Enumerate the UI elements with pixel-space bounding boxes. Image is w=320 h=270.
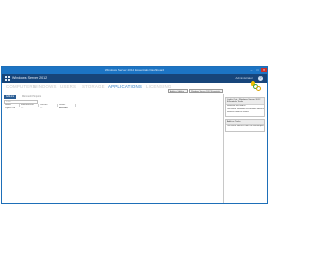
- maximize-button[interactable]: □: [255, 68, 260, 72]
- cell-version: —: [40, 107, 43, 109]
- windows-logo-icon: [5, 76, 10, 81]
- minimize-button[interactable]: –: [249, 68, 254, 72]
- title-bar[interactable]: Windows Server 2012 Essentials Dashboard…: [2, 67, 267, 74]
- dashboard-window: Windows Server 2012 Essentials Dashboard…: [1, 66, 268, 204]
- add-in-button[interactable]: Add-ins / Add-in: [168, 89, 188, 93]
- cell-status: Available: [59, 107, 68, 109]
- cell-name: Lights Out: [5, 107, 15, 109]
- tasks-pane: Lights Out - Windows Server 2012 Essenti…: [223, 94, 267, 203]
- tab-users[interactable]: USERS: [60, 84, 76, 89]
- app-bar: Windows Server 2012 Administrator ?: [2, 74, 267, 83]
- addin-tasks-title: Lights Out - Windows Server 2012 Essenti…: [226, 98, 264, 106]
- content-pane: Add-ins Microsoft Pinpoint Filter Name M…: [2, 94, 222, 203]
- main-nav: COMPUTERS WINDOWS USERS STORAGE APPLICAT…: [2, 81, 267, 93]
- task-marketplace[interactable]: Get more add-ins from the Marketplace: [226, 125, 264, 128]
- tab-applications[interactable]: APPLICATIONS: [108, 84, 142, 89]
- close-button[interactable]: ✕: [261, 68, 267, 72]
- tab-storage[interactable]: STORAGE: [82, 84, 105, 89]
- tab-computers[interactable]: COMPUTERS: [6, 84, 36, 89]
- addin-tasks-panel: Lights Out - Windows Server 2012 Essenti…: [225, 97, 265, 117]
- health-circles-icon[interactable]: [253, 84, 261, 92]
- task-refresh-status[interactable]: Refresh add-ins status: [226, 111, 264, 114]
- app-title: Windows Server 2012: [12, 76, 48, 80]
- subtab-add-ins[interactable]: Add-ins: [4, 95, 17, 99]
- window-title: Windows Server 2012 Essentials Dashboard: [104, 68, 165, 72]
- subtab-pinpoint[interactable]: Microsoft Pinpoint: [20, 95, 43, 99]
- add-ins-tasks-panel: Add-ins Tasks Get more add-ins from the …: [225, 119, 265, 132]
- table-row[interactable]: Lights Out — — Available: [4, 107, 219, 110]
- essentials-button[interactable]: Windows Server 2012 Essentials: [189, 89, 223, 93]
- cell-manufacturer: —: [21, 107, 24, 109]
- help-icon[interactable]: ?: [258, 76, 263, 81]
- tab-windows[interactable]: WINDOWS: [33, 84, 57, 89]
